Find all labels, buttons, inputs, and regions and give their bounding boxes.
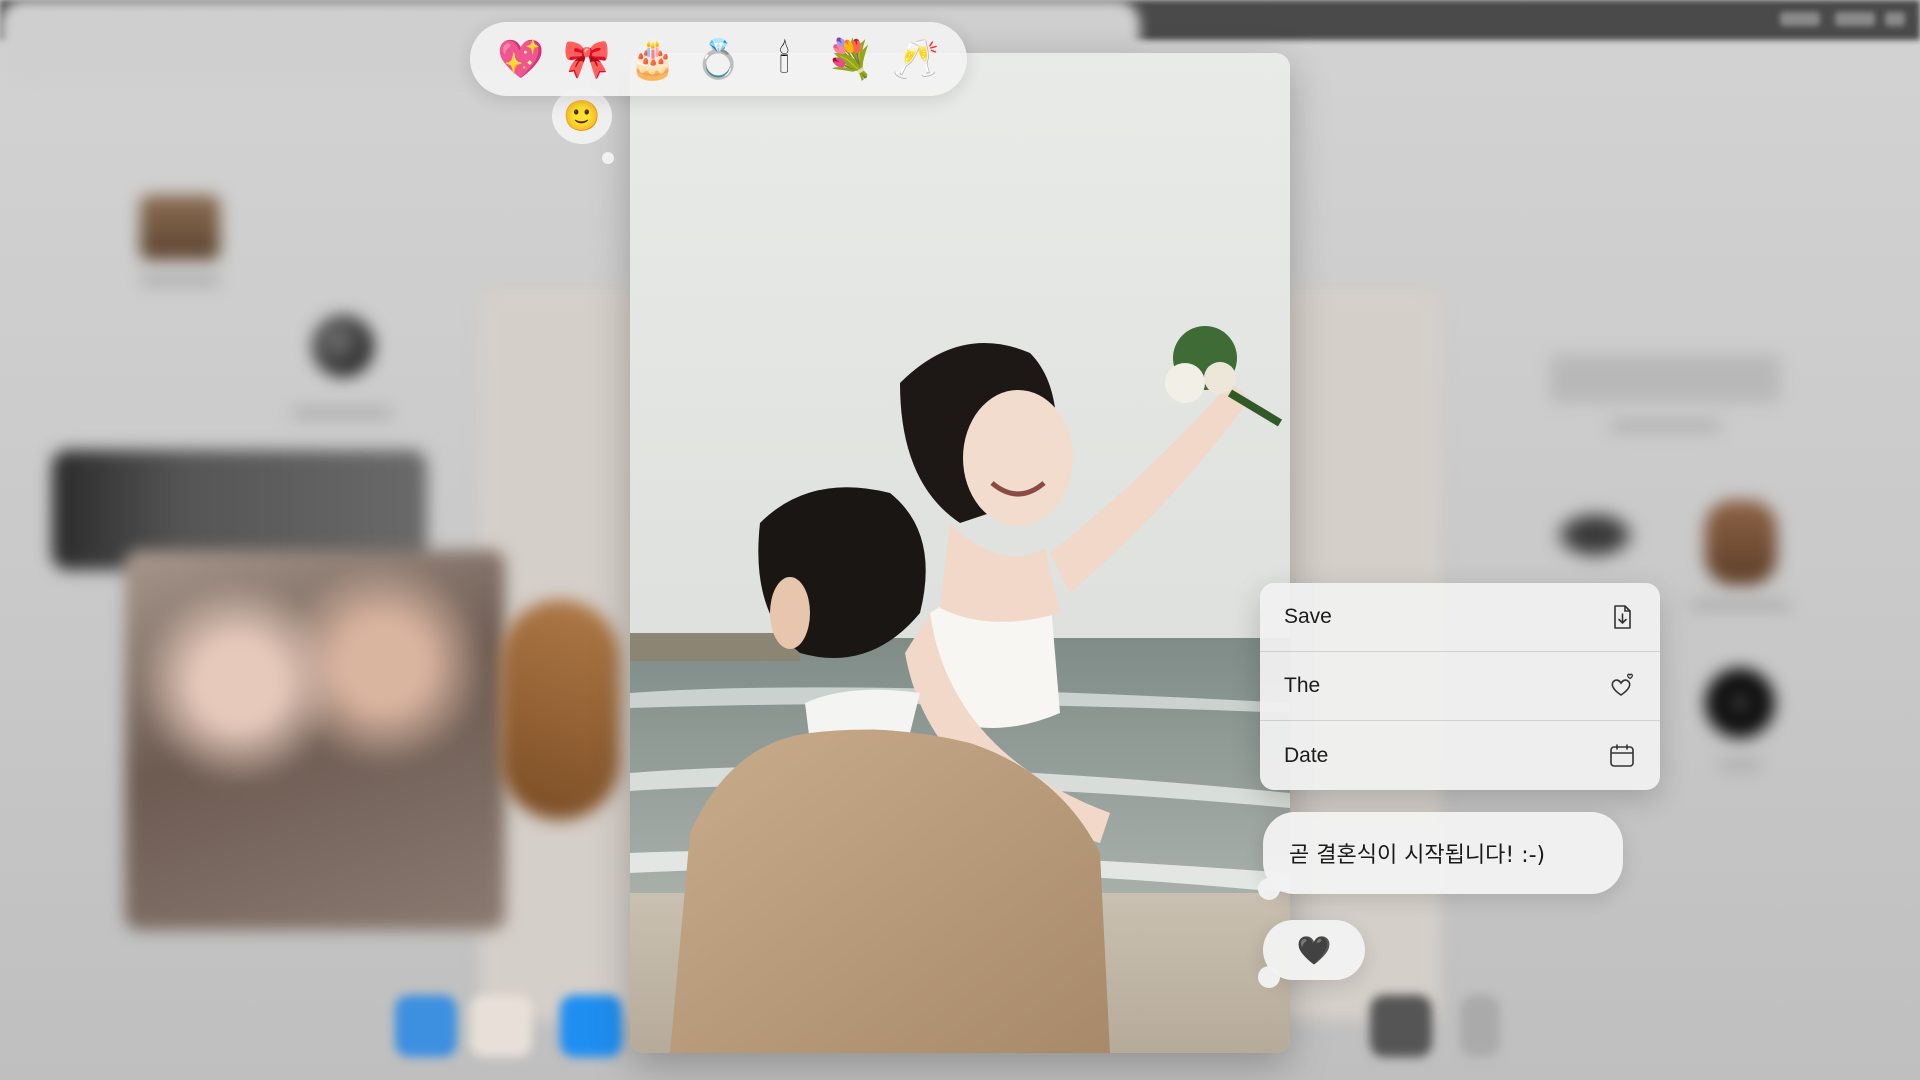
context-menu: Save The Date [1260, 583, 1660, 790]
champagne-icon[interactable]: 🥂 [888, 31, 944, 87]
background-pillow [500, 600, 620, 820]
black-heart-icon: 🖤 [1296, 933, 1332, 967]
message-bubble-text[interactable]: 곧 결혼식이 시작됩니다! :-) [1263, 812, 1623, 894]
wedding-cake-icon[interactable]: 🎂 [625, 31, 681, 87]
desktop-icon-bow [1545, 505, 1645, 565]
wedding-photo-illustration [630, 53, 1290, 1053]
date-widget-sub [1610, 420, 1720, 432]
message-text: 곧 결혼식이 시작됩니다! :-) [1289, 843, 1546, 868]
menu-item-save[interactable]: Save [1260, 583, 1660, 652]
desktop-icon-ball [312, 315, 374, 377]
candle-icon[interactable]: 🕯 [756, 31, 812, 87]
rings-icon[interactable]: 💍 [690, 31, 746, 87]
dock-app-icon [470, 995, 532, 1057]
calendar-icon [1610, 743, 1634, 767]
save-file-icon [1614, 605, 1631, 629]
desktop-icon-record [1705, 668, 1775, 738]
heart-icon [1611, 673, 1634, 696]
desktop-icon-label [1690, 600, 1790, 610]
ribbon-icon[interactable]: 🎀 [559, 31, 615, 87]
menu-item-date[interactable]: Date [1260, 721, 1660, 790]
menu-item-label: Date [1284, 743, 1329, 767]
sparkling-heart-icon[interactable]: 💖 [493, 31, 549, 87]
desktop-icon-label [292, 408, 392, 418]
message-bubble-tail [1258, 878, 1280, 900]
bouquet-icon[interactable]: 💐 [822, 31, 878, 87]
reaction-tail-dot [602, 152, 614, 164]
dock-finder-icon [395, 995, 457, 1057]
dock-app-icon [1370, 995, 1432, 1057]
menu-item-label: Save [1284, 605, 1332, 628]
menu-item-label: The [1284, 674, 1321, 697]
reaction-bar: 💖 🎀 🎂 💍 🕯 💐 🥂 [470, 22, 967, 96]
desktop-icon-box [140, 195, 220, 260]
selected-reaction-smile-icon[interactable]: 🙂 [552, 88, 612, 144]
desktop-icon-label [140, 275, 220, 285]
wedding-photo[interactable] [630, 53, 1290, 1053]
desktop-icon-bear [1705, 500, 1777, 585]
dock-appstore-icon [560, 995, 622, 1057]
message-bubble-tail [1258, 966, 1280, 988]
background-photo [125, 550, 505, 930]
dock-trash-icon [1460, 995, 1500, 1057]
date-widget [1550, 355, 1780, 403]
desktop-icon-label [1720, 760, 1760, 770]
menu-item-the[interactable]: The [1260, 652, 1660, 721]
